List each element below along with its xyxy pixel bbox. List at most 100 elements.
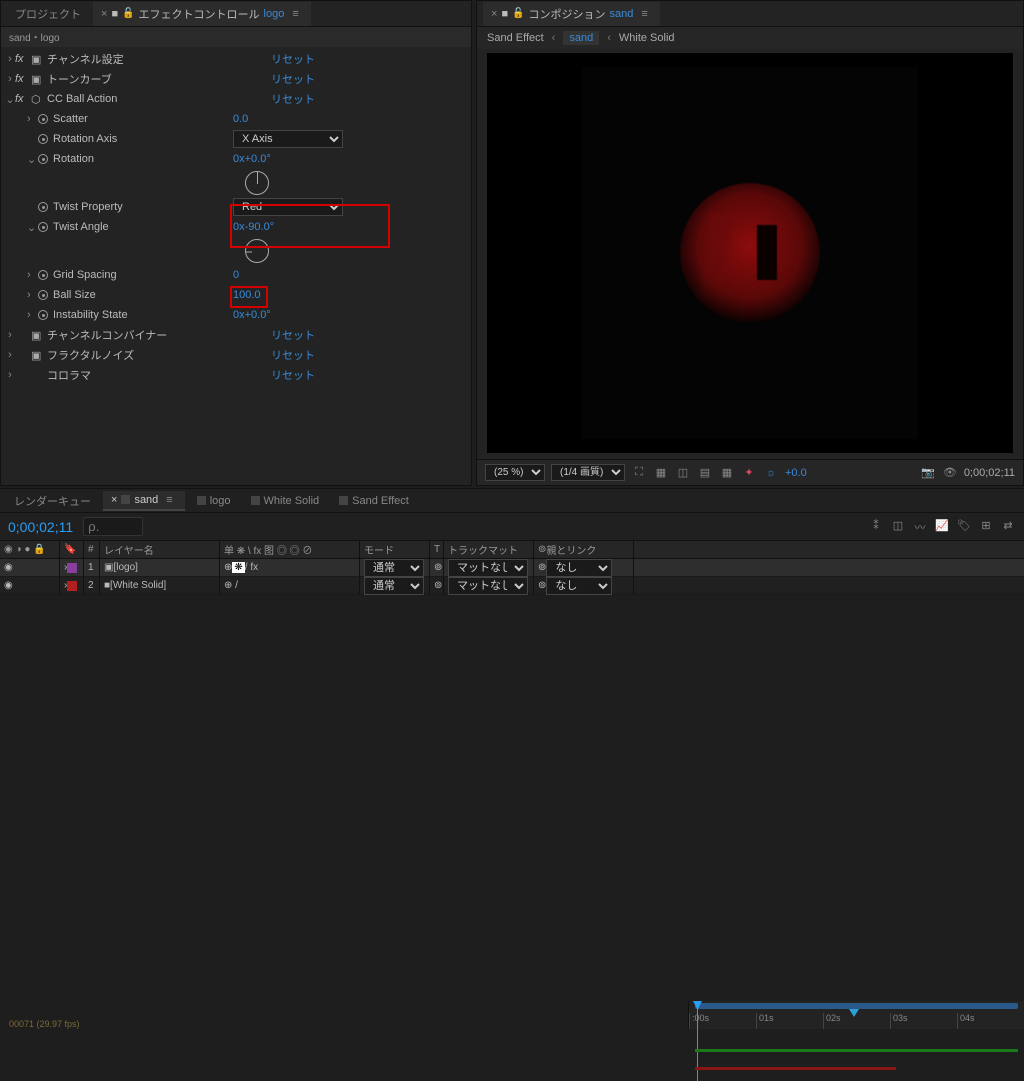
panel-menu-icon[interactable]: ≡ [288, 8, 302, 20]
comp-viewer[interactable] [487, 53, 1013, 453]
snapshot-icon[interactable]: 📷 [920, 465, 936, 481]
layer-bar-1[interactable] [695, 1049, 1018, 1052]
tab-white-solid[interactable]: White Solid [243, 492, 328, 510]
prop-rotation-axis[interactable]: Rotation Axis X Axis [1, 129, 471, 149]
stopwatch-icon[interactable] [37, 154, 53, 164]
eye-icon[interactable]: ◉ [4, 580, 13, 591]
shy-icon[interactable]: ⁑ [868, 519, 884, 535]
toggle-switches-icon[interactable]: ⇄ [1000, 519, 1016, 535]
show-snapshot-icon[interactable]: 👁 [942, 465, 958, 481]
prop-value[interactable]: 0.0 [233, 113, 248, 125]
mask-toggle-icon[interactable]: ◫ [675, 465, 691, 481]
twirl-down-icon[interactable]: ⌄ [27, 221, 37, 234]
current-time[interactable]: 0;00;02;11 [964, 467, 1015, 479]
layer-name[interactable]: [logo] [113, 562, 137, 573]
comp-marker[interactable] [849, 1009, 859, 1017]
fx-badge[interactable]: fx [15, 53, 31, 65]
stopwatch-icon[interactable] [37, 134, 53, 144]
parent-select[interactable]: なし [546, 559, 612, 577]
pickwhip-icon[interactable]: ⊚ [430, 559, 444, 576]
search-input[interactable] [83, 517, 143, 536]
label-swatch[interactable] [67, 563, 77, 573]
channel-icon[interactable]: ✦ [741, 465, 757, 481]
twirl-icon[interactable]: › [27, 309, 37, 321]
effect-row-channel-settings[interactable]: › fx ▣ チャンネル設定 リセット [1, 49, 471, 69]
reset-button[interactable]: リセット [271, 367, 471, 383]
exposure-icon[interactable]: ☼ [763, 465, 779, 481]
crumb[interactable]: Sand Effect [487, 32, 544, 44]
lock-icon[interactable]: 🔓 [512, 8, 524, 19]
motion-blur-icon[interactable]: 〰 [912, 519, 928, 535]
tab-project[interactable]: プロジェクト [7, 2, 89, 26]
close-icon[interactable]: × [111, 494, 117, 506]
layer-bar-2[interactable] [695, 1067, 896, 1070]
resolution-select[interactable]: (1/4 画質) [551, 464, 625, 481]
prop-value[interactable]: 100.0 [233, 289, 261, 301]
reset-button[interactable]: リセット [271, 347, 471, 363]
twirl-icon[interactable]: › [27, 269, 37, 281]
trackmatte-select[interactable]: マットなし [448, 559, 528, 577]
lock-icon[interactable]: 🔓 [122, 8, 134, 19]
fx-badge[interactable]: fx [15, 73, 31, 85]
tab-composition[interactable]: × ■ 🔓 コンポジション sand ≡ [483, 2, 660, 26]
close-icon[interactable]: × [101, 8, 107, 20]
rotation-axis-select[interactable]: X Axis [233, 130, 343, 148]
twirl-down-icon[interactable]: ⌄ [5, 93, 15, 106]
graph-editor-icon[interactable]: 📈 [934, 519, 950, 535]
reset-button[interactable]: リセット [271, 51, 471, 67]
twirl-icon[interactable]: › [5, 73, 15, 85]
transparency-grid-icon[interactable]: ▦ [653, 465, 669, 481]
close-icon[interactable]: × [491, 8, 497, 20]
pickwhip-icon[interactable]: ⊚ [538, 562, 546, 573]
prop-value[interactable]: 0x+0.0° [233, 153, 271, 165]
current-timecode[interactable]: 0;00;02;11 [8, 519, 73, 535]
layer-switches[interactable]: ⊕ ❋ / fx [220, 559, 360, 576]
effect-row-fractal-noise[interactable]: › fx ▣ フラクタルノイズ リセット [1, 345, 471, 365]
stopwatch-icon[interactable] [37, 290, 53, 300]
prop-value[interactable]: 0x-90.0° [233, 221, 274, 233]
twirl-icon[interactable]: › [5, 369, 15, 381]
prop-grid-spacing[interactable]: › Grid Spacing 0 [1, 265, 471, 285]
tab-effect-controls[interactable]: × ■ 🔓 エフェクトコントロール logo ≡ [93, 2, 311, 26]
stopwatch-icon[interactable] [37, 202, 53, 212]
twist-property-select[interactable]: Red [233, 198, 343, 216]
zoom-select[interactable]: (25 %) [485, 464, 545, 481]
stopwatch-icon[interactable] [37, 310, 53, 320]
guides-icon[interactable]: ▤ [697, 465, 713, 481]
prop-instability[interactable]: › Instability State 0x+0.0° [1, 305, 471, 325]
tab-sand-effect[interactable]: Sand Effect [331, 492, 417, 510]
mode-select[interactable]: 通常 [364, 559, 424, 577]
roi-icon[interactable]: ⛶ [631, 465, 647, 481]
tab-logo[interactable]: logo [189, 492, 239, 510]
effect-row-channel-combiner[interactable]: › fx ▣ チャンネルコンバイナー リセット [1, 325, 471, 345]
prop-ball-size[interactable]: › Ball Size 100.0 [1, 285, 471, 305]
twirl-down-icon[interactable]: ⌄ [27, 153, 37, 166]
prop-value[interactable]: 0 [233, 269, 239, 281]
grid-icon[interactable]: ▦ [719, 465, 735, 481]
prop-rotation[interactable]: ⌄ Rotation 0x+0.0° [1, 149, 471, 169]
label-swatch[interactable] [67, 581, 77, 591]
prop-value[interactable]: 0x+0.0° [233, 309, 271, 321]
panel-menu-icon[interactable]: ≡ [162, 494, 176, 506]
tab-render-queue[interactable]: レンダーキュー [6, 490, 99, 512]
layer-row-1[interactable]: ◉ › 1 ▣ [logo] ⊕ ❋ / fx 通常 ⊚ マットなし ⊚ なし [0, 559, 1024, 577]
prop-twist-angle[interactable]: ⌄ Twist Angle 0x-90.0° [1, 217, 471, 237]
rotation-dial[interactable] [245, 171, 269, 195]
frame-blend-icon[interactable]: ◫ [890, 519, 906, 535]
effect-row-cc-ball-action[interactable]: ⌄ fx ⬡ CC Ball Action リセット [1, 89, 471, 109]
tag-icon[interactable]: 🏷 [956, 519, 972, 535]
prop-twist-property[interactable]: Twist Property Red [1, 197, 471, 217]
snap-icon[interactable]: ⊞ [978, 519, 994, 535]
tab-sand[interactable]: ×sand≡ [103, 491, 185, 511]
twirl-icon[interactable]: › [5, 349, 15, 361]
prop-scatter[interactable]: › Scatter 0.0 [1, 109, 471, 129]
twirl-icon[interactable]: › [5, 53, 15, 65]
layer-switches[interactable]: ⊕ / [220, 577, 360, 594]
panel-menu-icon[interactable]: ≡ [637, 8, 651, 20]
layer-row-2[interactable]: ◉ › 2 ■ [White Solid] ⊕ / 通常 ⊚ マットなし ⊚ な… [0, 577, 1024, 595]
twirl-icon[interactable]: › [27, 289, 37, 301]
exposure-value[interactable]: +0.0 [785, 467, 807, 479]
collapse-switch[interactable]: ❋ [232, 562, 244, 573]
effect-row-colorama[interactable]: › fx ▣ コロラマ リセット [1, 365, 471, 385]
twirl-icon[interactable]: › [27, 113, 37, 125]
